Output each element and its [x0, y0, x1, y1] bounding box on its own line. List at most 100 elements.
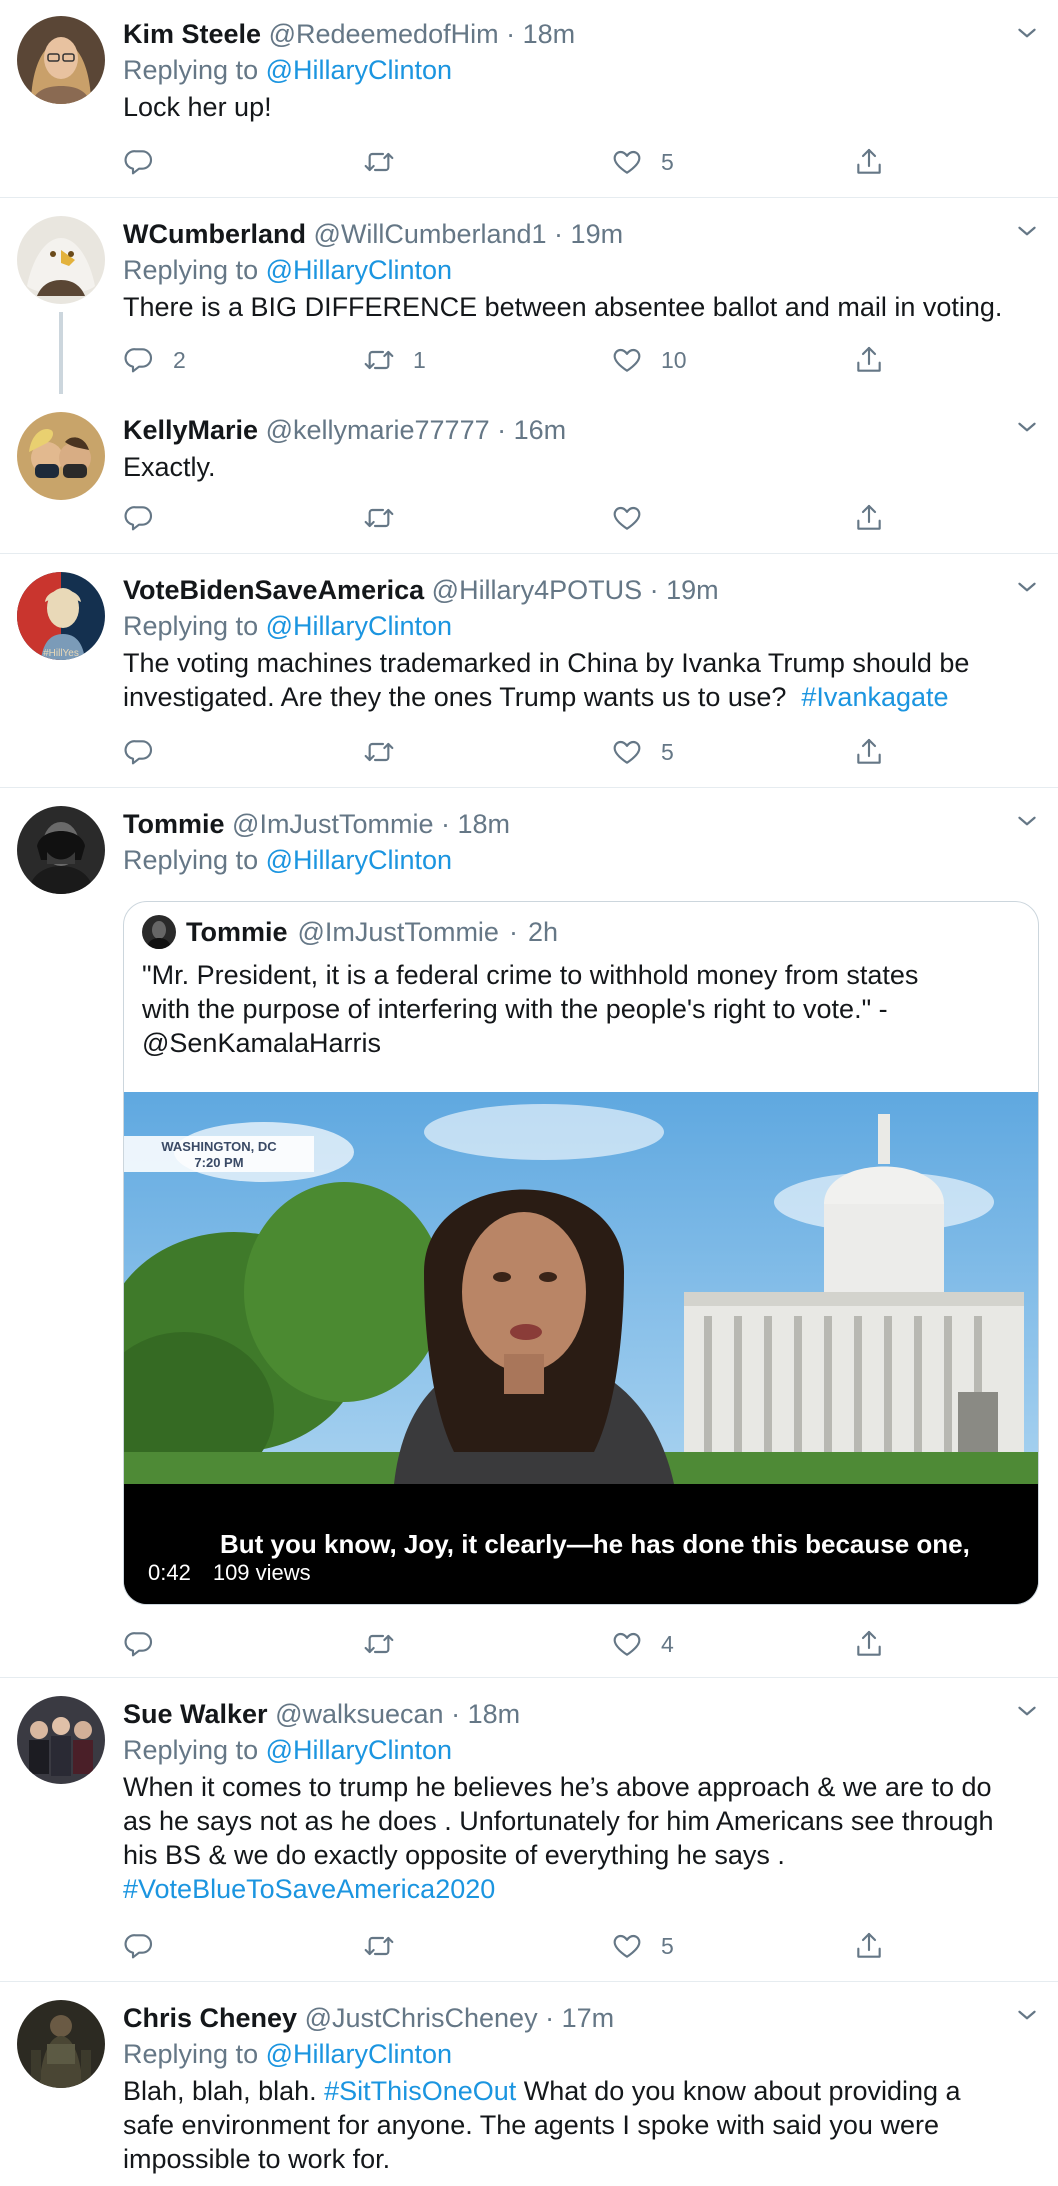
replying-to-mention[interactable]: @HillaryClinton — [266, 255, 452, 285]
replying-to-mention[interactable]: @HillaryClinton — [266, 55, 452, 85]
user-handle[interactable]: @Hillary4POTUS — [432, 575, 642, 605]
like-button[interactable]: 4 — [611, 1624, 674, 1664]
like-button[interactable]: 5 — [611, 1926, 674, 1966]
display-name[interactable]: KellyMarie — [123, 415, 258, 445]
display-name[interactable]: VoteBidenSaveAmerica — [123, 575, 424, 605]
share-button[interactable] — [853, 732, 885, 772]
avatar-image — [17, 2000, 105, 2088]
user-handle[interactable]: @ImJustTommie — [232, 809, 433, 839]
tweet-time[interactable]: 19m — [666, 575, 719, 605]
tweet-text-line: "Mr. President, it is a federal crime to… — [142, 960, 919, 990]
tweet-time[interactable]: 18m — [523, 19, 576, 49]
chevron-down-icon[interactable] — [1014, 218, 1040, 244]
reply-icon — [123, 344, 155, 376]
tweet-time[interactable]: 16m — [514, 415, 567, 445]
tweet[interactable]: Sue Walker @walksuecan · 18m Replying to… — [0, 1678, 1058, 1982]
like-count: 5 — [661, 738, 674, 765]
reply-button[interactable] — [123, 732, 173, 772]
retweet-icon — [363, 502, 395, 534]
replying-to-mention[interactable]: @HillaryClinton — [266, 611, 452, 641]
reply-button[interactable] — [123, 1926, 173, 1966]
replying-to-label: Replying to — [123, 1735, 259, 1765]
tweet[interactable]: WCumberland @WillCumberland1 · 19m Reply… — [0, 198, 1058, 394]
display-name[interactable]: WCumberland — [123, 219, 306, 249]
share-button[interactable] — [853, 340, 885, 380]
like-button[interactable]: 5 — [611, 732, 674, 772]
share-icon — [853, 1930, 885, 1962]
tweet-time[interactable]: 18m — [468, 1699, 521, 1729]
chevron-down-icon[interactable] — [1014, 808, 1040, 834]
reply-button[interactable] — [123, 142, 173, 182]
avatar[interactable]: #HillYes — [17, 572, 105, 660]
retweet-button[interactable] — [363, 498, 413, 538]
chevron-down-icon[interactable] — [1014, 1698, 1040, 1724]
tweet[interactable]: Tommie @ImJustTommie · 18m Replying to @… — [0, 788, 1058, 1678]
share-button[interactable] — [853, 1624, 885, 1664]
retweet-icon — [363, 1628, 395, 1660]
tweet[interactable]: #HillYes VoteBidenSaveAmerica @Hillary4P… — [0, 554, 1058, 788]
retweet-count: 1 — [413, 346, 426, 373]
tweet-actions: 5 — [123, 1926, 883, 1966]
replying-to-label: Replying to — [123, 611, 259, 641]
chevron-down-icon[interactable] — [1014, 2002, 1040, 2028]
chevron-down-icon[interactable] — [1014, 20, 1040, 46]
like-button[interactable]: 5 — [611, 142, 674, 182]
user-handle[interactable]: @WillCumberland1 — [314, 219, 547, 249]
avatar — [142, 915, 176, 949]
share-button[interactable] — [853, 142, 885, 182]
video-duration: 0:42 — [148, 1560, 191, 1585]
retweet-icon — [363, 736, 395, 768]
retweet-button[interactable] — [363, 142, 413, 182]
user-handle[interactable]: @kellymarie77777 — [266, 415, 490, 445]
reply-button[interactable] — [123, 1624, 173, 1664]
share-button[interactable] — [853, 498, 885, 538]
hashtag-link[interactable]: #VoteBlueToSaveAmerica2020 — [123, 1872, 1036, 1906]
like-button[interactable]: 10 — [611, 340, 687, 380]
tweet-text: There is a BIG DIFFERENCE between absent… — [123, 292, 1003, 322]
display-name[interactable]: Chris Cheney — [123, 2003, 297, 2033]
like-count: 5 — [661, 1932, 674, 1959]
quoted-tweet[interactable]: Tommie @ImJustTommie · 2h "Mr. President… — [123, 901, 1039, 1605]
hashtag-link[interactable]: #Ivankagate — [801, 682, 948, 712]
user-handle[interactable]: @JustChrisCheney — [305, 2003, 538, 2033]
retweet-button[interactable] — [363, 1624, 413, 1664]
avatar[interactable] — [17, 16, 105, 104]
replying-to-mention[interactable]: @HillaryClinton — [266, 2039, 452, 2069]
tweet-actions: 2 1 10 — [123, 340, 883, 380]
like-button[interactable] — [611, 498, 661, 538]
display-name[interactable]: Tommie — [123, 809, 225, 839]
replying-to-mention[interactable]: @HillaryClinton — [266, 845, 452, 875]
reply-button[interactable]: 2 — [123, 340, 186, 380]
user-handle[interactable]: @RedeemedofHim — [269, 19, 499, 49]
reply-button[interactable] — [123, 498, 173, 538]
display-name[interactable]: Sue Walker — [123, 1699, 268, 1729]
avatar[interactable] — [17, 1696, 105, 1784]
video-player[interactable]: WASHINGTON, DC 7:20 PM But you know, Joy… — [124, 1092, 1038, 1604]
retweet-button[interactable]: 1 — [363, 340, 426, 380]
avatar-image — [17, 806, 105, 894]
user-handle[interactable]: @walksuecan — [275, 1699, 444, 1729]
avatar[interactable] — [17, 412, 105, 500]
retweet-button[interactable] — [363, 1926, 413, 1966]
hashtag-link[interactable]: #SitThisOneOut — [324, 2076, 516, 2106]
display-name[interactable]: Kim Steele — [123, 19, 261, 49]
tweet-time[interactable]: 19m — [571, 219, 624, 249]
tweet-text: When it comes to trump he believes he’s … — [123, 1770, 1036, 1906]
heart-icon — [611, 736, 643, 768]
avatar[interactable] — [17, 806, 105, 894]
avatar[interactable] — [17, 2000, 105, 2088]
share-button[interactable] — [853, 1926, 885, 1966]
tweet[interactable]: Chris Cheney @JustChrisCheney · 17m Repl… — [0, 1982, 1058, 2186]
tweet-time[interactable]: 18m — [458, 809, 511, 839]
chevron-down-icon[interactable] — [1014, 574, 1040, 600]
replying-to-mention[interactable]: @HillaryClinton — [266, 1735, 452, 1765]
tweet[interactable]: KellyMarie @kellymarie77777 · 16m Exactl… — [0, 394, 1058, 554]
tweet-time[interactable]: 17m — [562, 2003, 615, 2033]
avatar-image: #HillYes — [17, 572, 105, 660]
share-icon — [853, 736, 885, 768]
chevron-down-icon[interactable] — [1014, 414, 1040, 440]
retweet-button[interactable] — [363, 732, 413, 772]
tweet[interactable]: Kim Steele @RedeemedofHim · 18m Replying… — [0, 0, 1058, 198]
replying-to: Replying to @HillaryClinton — [123, 252, 1036, 290]
avatar[interactable] — [17, 216, 105, 304]
